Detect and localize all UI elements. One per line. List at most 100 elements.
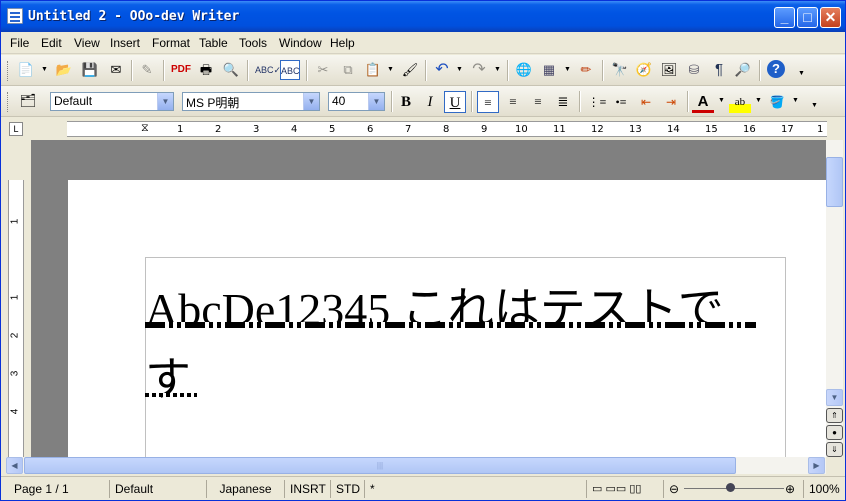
menu-file[interactable]: File <box>10 36 29 50</box>
increase-indent-icon[interactable]: ⇥ <box>660 91 682 113</box>
horizontal-scrollbar[interactable]: ◀ ||| ▶ <box>6 457 826 474</box>
page-indicator[interactable]: Page 1 / 1 <box>9 480 74 498</box>
scroll-left-button[interactable]: ◀ <box>6 457 23 474</box>
draw-functions-icon[interactable]: ✏ <box>576 60 596 80</box>
previous-page-icon[interactable]: ⇑ <box>826 408 843 423</box>
justify-icon[interactable]: ≣ <box>552 91 574 113</box>
indent-marker-icon[interactable]: ⧖ <box>141 121 149 135</box>
align-right-icon[interactable]: ≡ <box>527 91 549 113</box>
navigator-icon[interactable]: 🧭 <box>634 60 654 80</box>
export-pdf-icon[interactable]: PDF <box>171 60 191 80</box>
underline-button[interactable]: U <box>444 91 466 113</box>
chevron-down-icon[interactable]: ▼ <box>368 93 384 110</box>
data-sources-icon[interactable]: ⛁ <box>684 60 704 80</box>
save-icon[interactable]: 💾 <box>80 60 100 80</box>
minimize-button[interactable]: _ <box>774 7 795 28</box>
open-icon[interactable]: 📂 <box>54 60 74 80</box>
toolbar-overflow-icon[interactable]: ▼ <box>811 102 818 109</box>
page-preview-icon[interactable]: 🔍 <box>221 60 241 80</box>
scroll-down-button[interactable]: ▼ <box>826 389 843 406</box>
single-page-icon[interactable]: ▭ <box>592 483 602 495</box>
undo-dropdown-icon[interactable]: ▼ <box>456 66 463 73</box>
paste-dropdown-icon[interactable]: ▼ <box>387 66 394 73</box>
navigation-icon[interactable]: ● <box>826 425 843 440</box>
font-size-combo[interactable]: 40 ▼ <box>328 92 385 111</box>
paragraph-style-combo[interactable]: Default ▼ <box>50 92 174 111</box>
menu-view[interactable]: View <box>74 36 100 50</box>
insert-mode-indicator[interactable]: INSRT <box>284 480 331 498</box>
styles-formatting-icon[interactable]: 🗂 <box>18 91 38 111</box>
redo-dropdown-icon[interactable]: ▼ <box>494 66 501 73</box>
highlight-dropdown-icon[interactable]: ▼ <box>755 97 762 104</box>
undo-icon[interactable]: ↶ <box>432 60 452 80</box>
email-icon[interactable]: ✉ <box>106 60 126 80</box>
new-icon[interactable]: 📄 <box>16 60 36 80</box>
document-text-line[interactable]: す <box>145 343 191 409</box>
scroll-right-button[interactable]: ▶ <box>808 457 825 474</box>
align-left-icon[interactable]: ≡ <box>477 91 499 113</box>
zoom-icon[interactable]: 🔎 <box>733 60 753 80</box>
copy-icon[interactable]: ⧉ <box>338 60 358 80</box>
horizontal-scroll-thumb[interactable]: ||| <box>24 457 736 474</box>
chevron-down-icon[interactable]: ▼ <box>303 93 319 110</box>
menu-help[interactable]: Help <box>330 36 355 50</box>
menu-format[interactable]: Format <box>152 36 190 50</box>
menu-insert[interactable]: Insert <box>110 36 140 50</box>
document-page[interactable]: AbcDe12345 これはテストで す <box>68 180 826 457</box>
view-layout-buttons[interactable]: ▭ ▭▭ ▯▯ <box>586 480 662 498</box>
zoom-slider-thumb[interactable] <box>726 483 735 492</box>
edit-file-icon[interactable]: ✎ <box>137 60 157 80</box>
decrease-indent-icon[interactable]: ⇤ <box>635 91 657 113</box>
vertical-ruler-scale[interactable]: 1 1 2 3 4 <box>8 180 24 457</box>
gallery-icon[interactable]: 🖼 <box>659 60 679 80</box>
redo-icon[interactable]: ↷ <box>469 60 489 80</box>
font-color-dropdown-icon[interactable]: ▼ <box>718 97 725 104</box>
language-indicator[interactable]: Japanese <box>206 480 284 498</box>
table-dropdown-icon[interactable]: ▼ <box>564 66 571 73</box>
maximize-button[interactable]: □ <box>797 7 818 28</box>
close-button[interactable]: ✕ <box>820 7 841 28</box>
menu-window[interactable]: Window <box>279 36 322 50</box>
hyperlink-icon[interactable]: 🌐 <box>514 60 534 80</box>
background-color-icon[interactable]: 🪣 <box>766 91 788 113</box>
page-style-indicator[interactable]: Default <box>109 480 205 498</box>
bullets-icon[interactable]: •≡ <box>610 91 632 113</box>
toolbar-grip[interactable] <box>7 92 10 112</box>
vertical-scrollbar[interactable]: ▼ ⇑ ● ⇓ <box>826 140 843 457</box>
help-icon[interactable]: ? <box>767 60 785 78</box>
book-view-icon[interactable]: ▯▯ <box>629 483 641 495</box>
menu-tools[interactable]: Tools <box>239 36 267 50</box>
table-icon[interactable]: ▦ <box>539 60 559 80</box>
nonprinting-chars-icon[interactable]: ¶ <box>709 60 729 80</box>
print-icon[interactable]: 🖶 <box>196 60 216 80</box>
menu-edit[interactable]: Edit <box>41 36 62 50</box>
horizontal-ruler[interactable]: L 1 2 3 4 5 6 7 8 9 10 11 12 13 14 15 16… <box>1 118 845 140</box>
ruler-scale[interactable]: 1 2 3 4 5 6 7 8 9 10 11 12 13 14 15 16 1… <box>67 121 827 137</box>
new-dropdown-icon[interactable]: ▼ <box>41 66 48 73</box>
bold-button[interactable]: B <box>395 91 417 113</box>
document-viewport[interactable]: AbcDe12345 これはテストで す <box>31 140 826 457</box>
italic-button[interactable]: I <box>419 91 441 113</box>
cut-icon[interactable]: ✂ <box>313 60 333 80</box>
selection-mode-indicator[interactable]: STD <box>330 480 365 498</box>
zoom-in-icon[interactable]: ⊕ <box>783 480 797 498</box>
toolbar-overflow-icon[interactable]: ▼ <box>798 70 805 77</box>
spellcheck-icon[interactable]: ABC✓ <box>255 60 281 80</box>
tab-stop-type-button[interactable]: L <box>9 122 23 136</box>
zoom-level[interactable]: 100% <box>803 480 845 498</box>
paste-icon[interactable]: 📋 <box>363 60 383 80</box>
document-text-line[interactable]: AbcDe12345 これはテストで <box>145 273 724 339</box>
toolbar-grip[interactable] <box>7 61 10 81</box>
find-icon[interactable]: 🔭 <box>610 60 630 80</box>
align-center-icon[interactable]: ≡ <box>502 91 524 113</box>
highlighting-icon[interactable]: ab <box>729 91 751 113</box>
multi-page-icon[interactable]: ▭▭ <box>605 483 626 495</box>
title-bar[interactable]: Untitled 2 - OOo-dev Writer _ □ ✕ <box>1 1 845 32</box>
background-dropdown-icon[interactable]: ▼ <box>792 97 799 104</box>
zoom-out-icon[interactable]: ⊖ <box>669 482 679 496</box>
numbering-icon[interactable]: ⋮≡ <box>586 91 608 113</box>
autospellcheck-icon[interactable]: ABC <box>280 60 300 80</box>
vertical-scroll-thumb[interactable] <box>826 157 843 207</box>
chevron-down-icon[interactable]: ▼ <box>157 93 173 110</box>
next-page-icon[interactable]: ⇓ <box>826 442 843 457</box>
